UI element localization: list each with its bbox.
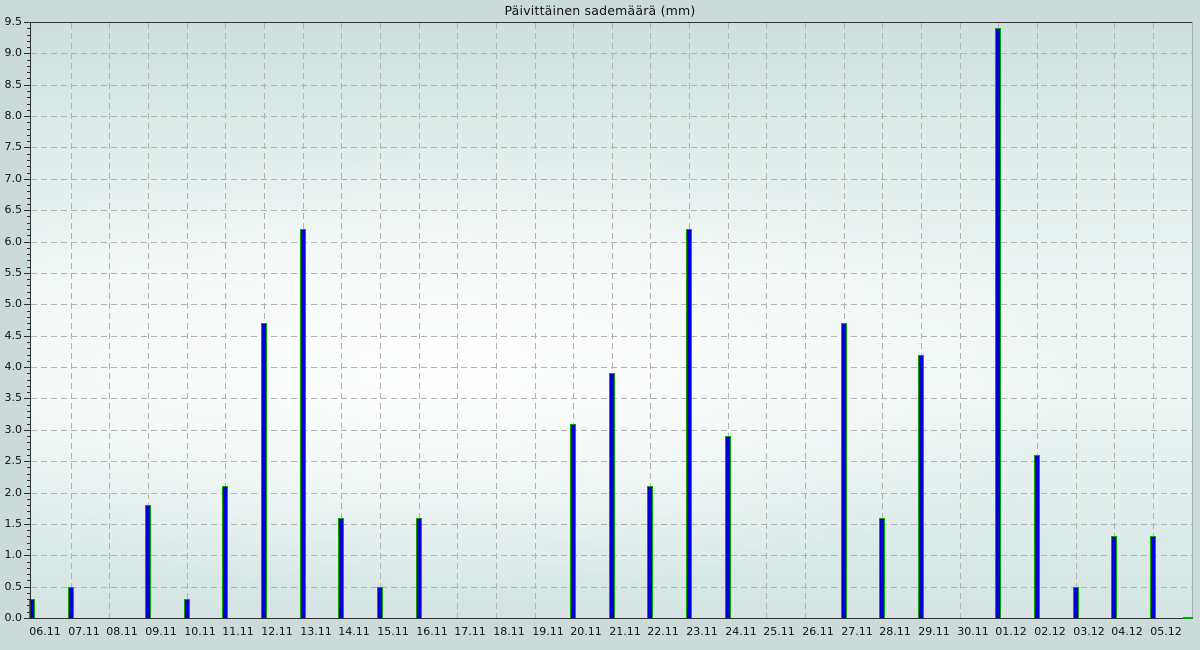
y-tick-label: 9.5 [0,15,22,29]
v-gridline [187,23,188,618]
v-gridline [496,23,497,618]
y-tick-label: 7.0 [0,172,22,186]
bar [377,587,383,619]
y-tick-label: 0.0 [0,611,22,625]
v-gridline [109,23,110,618]
axis-green-stub [1183,617,1193,619]
bar [841,323,847,619]
v-gridline [1114,23,1115,618]
bar [647,486,653,619]
y-tick-label: 6.0 [0,235,22,249]
x-tick-label: 02.12 [1028,625,1072,639]
bar [184,599,190,619]
bar [1034,455,1040,619]
x-tick-label: 26.11 [796,625,840,639]
y-tick-label: 0.5 [0,580,22,594]
y-axis-line [30,22,31,619]
v-gridline [960,23,961,618]
v-gridline [380,23,381,618]
y-tick-label: 8.0 [0,109,22,123]
x-tick-label: 01.12 [989,625,1033,639]
chart-title: Päivittäinen sademäärä (mm) [0,3,1200,18]
y-tick-label: 2.5 [0,454,22,468]
bar [145,505,151,619]
y-tick-label: 8.5 [0,78,22,92]
y-tick-label: 9.0 [0,46,22,60]
y-tick-label: 3.5 [0,391,22,405]
bar [879,518,885,619]
y-tick-label: 3.0 [0,423,22,437]
x-tick-label: 25.11 [757,625,801,639]
chart-canvas: Päivittäinen sademäärä (mm) 0.0 0.5 1.0 1.5… [0,0,1200,650]
bar [1111,536,1117,619]
x-tick-label: 15.11 [371,625,415,639]
plot-right-border [1192,22,1193,618]
bar [686,229,692,619]
bar [995,28,1001,619]
y-tick-label: 4.0 [0,360,22,374]
x-tick-label: 17.11 [448,625,492,639]
x-tick-label: 08.11 [100,625,144,639]
x-tick-label: 23.11 [680,625,724,639]
x-tick-label: 12.11 [255,625,299,639]
x-tick-label: 22.11 [641,625,685,639]
bar [222,486,228,619]
v-gridline [457,23,458,618]
x-tick-label: 28.11 [873,625,917,639]
bar [416,518,422,619]
y-tick-label: 1.5 [0,517,22,531]
x-tick-label: 05.12 [1144,625,1188,639]
x-tick-label: 29.11 [912,625,956,639]
x-tick-label: 04.12 [1105,625,1149,639]
plot-top-border [24,22,1193,23]
v-gridline [1153,23,1154,618]
x-axis-line [30,618,1193,619]
bar [570,424,576,619]
v-gridline [1076,23,1077,618]
y-tick-label: 4.5 [0,329,22,343]
x-tick-label: 06.11 [23,625,67,639]
y-tick-label: 5.0 [0,297,22,311]
bar [68,587,74,619]
y-tick-label: 6.5 [0,203,22,217]
v-gridline [71,23,72,618]
y-tick-label: 7.5 [0,140,22,154]
v-gridline [535,23,536,618]
x-tick-label: 18.11 [487,625,531,639]
v-gridline [805,23,806,618]
bar [609,373,615,619]
bar [918,355,924,619]
v-gridline [766,23,767,618]
bar [1073,587,1079,619]
x-tick-label: 20.11 [564,625,608,639]
bar [261,323,267,619]
bar [725,436,731,619]
x-tick-label: 11.11 [216,625,260,639]
bar [1150,536,1156,619]
x-tick-label: 09.11 [139,625,183,639]
bar [338,518,344,619]
x-tick-label: 14.11 [332,625,376,639]
y-tick-label: 1.0 [0,548,22,562]
y-tick-label: 2.0 [0,486,22,500]
bar [300,229,306,619]
y-tick-label: 5.5 [0,266,22,280]
